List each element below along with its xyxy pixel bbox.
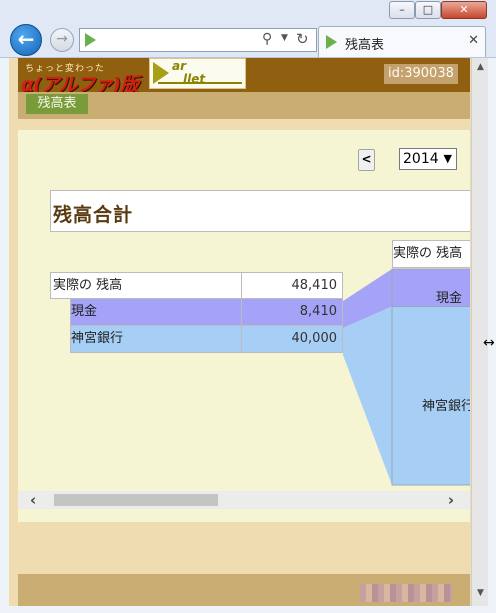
search-icon[interactable]: ⚲ xyxy=(262,31,272,47)
horizontal-scrollbar[interactable]: ‹ › xyxy=(18,491,470,509)
table-row-total: 実際の 残高 48,410 xyxy=(50,272,343,299)
tab-close-icon[interactable]: ✕ xyxy=(468,33,479,48)
row-amount: 8,410 xyxy=(241,299,342,325)
parllet-logo-line1: ar xyxy=(172,59,187,73)
stacked-balance-chart xyxy=(343,268,470,486)
row-name: 現金 xyxy=(71,304,98,319)
page-viewport: ちょっと変わった α(アルファ)版 ar llet id:390038 残高表 … xyxy=(9,58,471,606)
close-window-button[interactable]: ✕ xyxy=(441,1,487,19)
balance-table: 実際の 残高 48,410 現金 8,410 神宮銀行 40,000 xyxy=(50,272,343,353)
arrow-left-icon: ← xyxy=(17,27,35,51)
back-button[interactable]: ← xyxy=(10,24,42,56)
browser-toolbar: ← → ⚲ ▼ ↻ 残高表 ✕ xyxy=(0,22,496,58)
summary-header: 残高合計 xyxy=(50,190,470,232)
row-amount: 48,410 xyxy=(241,273,342,299)
year-select[interactable]: 2014 ▼ xyxy=(399,148,457,170)
scroll-down-icon[interactable]: ▼ xyxy=(472,588,489,598)
site-favicon-icon xyxy=(85,33,96,47)
chart-label-cash: 現金 xyxy=(436,291,463,306)
content-panel: < 2014 ▼ 残高合計 実際の 残高 48,410 現金 8,410 神宮銀… xyxy=(18,130,470,522)
page-title: 残高合計 xyxy=(53,204,134,226)
site-footer xyxy=(18,574,470,606)
vertical-scrollbar[interactable]: ▲ ▼ xyxy=(471,58,488,606)
scroll-left-icon[interactable]: ‹ xyxy=(30,491,36,509)
scroll-up-icon[interactable]: ▲ xyxy=(472,62,489,72)
chevron-down-icon: ▼ xyxy=(443,152,452,165)
minimize-button[interactable]: – xyxy=(389,1,415,19)
maximize-button[interactable]: □ xyxy=(415,1,441,19)
scroll-thumb[interactable] xyxy=(54,494,218,506)
dropdown-arrow-icon[interactable]: ▼ xyxy=(281,33,288,43)
resize-cursor-icon: ↔ xyxy=(483,335,495,351)
year-select-value: 2014 xyxy=(403,151,439,167)
table-row-cash[interactable]: 現金 8,410 xyxy=(70,299,343,326)
refresh-icon[interactable]: ↻ xyxy=(296,30,309,48)
tab-title: 残高表 xyxy=(345,38,385,53)
row-amount: 40,000 xyxy=(241,326,342,352)
row-name: 神宮銀行 xyxy=(71,331,124,346)
logo-underline-arrow xyxy=(158,82,242,84)
scroll-right-icon[interactable]: › xyxy=(448,491,454,509)
footer-mosaic xyxy=(360,584,452,602)
arrow-right-icon: → xyxy=(56,31,68,47)
chart-header: 実際の 残高 xyxy=(392,240,470,268)
chart-label-bank: 神宮銀行 xyxy=(422,399,470,414)
forward-button[interactable]: → xyxy=(50,28,74,52)
play-triangle-icon xyxy=(153,62,169,84)
alpha-version-logo[interactable]: ちょっと変わった α(アルファ)版 xyxy=(21,59,141,96)
site-header: ちょっと変わった α(アルファ)版 ar llet id:390038 xyxy=(18,58,470,96)
window-titlebar: – □ ✕ xyxy=(0,0,496,22)
address-bar[interactable]: ⚲ ▼ ↻ xyxy=(79,28,317,52)
browser-tab[interactable]: 残高表 ✕ xyxy=(318,26,486,57)
balance-sheet-nav-button[interactable]: 残高表 xyxy=(26,94,88,114)
parllet-logo[interactable]: ar llet xyxy=(149,58,246,89)
prev-year-button[interactable]: < xyxy=(358,149,375,171)
connector-bank xyxy=(343,306,392,485)
row-name: 実際の 残高 xyxy=(53,278,123,293)
site-nav: 残高表 xyxy=(18,92,470,119)
table-row-bank[interactable]: 神宮銀行 40,000 xyxy=(70,326,343,353)
tab-favicon-icon xyxy=(326,35,337,49)
user-id-badge: id:390038 xyxy=(384,64,458,84)
